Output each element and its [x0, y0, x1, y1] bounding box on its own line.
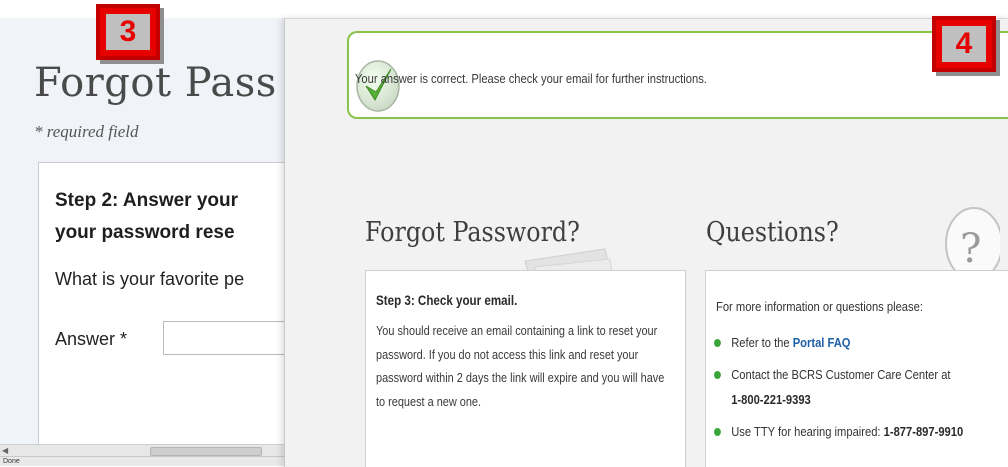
forgot-password-step2-window: Forgot Pass * required field Step 2: Ans…	[0, 0, 290, 466]
list-item-tty: Use TTY for hearing impaired: 1-877-897-…	[714, 424, 998, 439]
tty-prefix: Use TTY for hearing impaired:	[731, 424, 884, 439]
list-item-portal-faq: Refer to the Portal FAQ	[714, 335, 998, 350]
help-list: Refer to the Portal FAQ Contact the BCRS…	[714, 335, 1008, 439]
step3-line: password within 2 days the link will exp…	[376, 370, 665, 385]
step3-instructions: You should receive an email containing a…	[376, 319, 678, 413]
security-question: What is your favorite pe	[55, 269, 245, 289]
questions-intro: For more information or questions please…	[716, 299, 923, 314]
bullet-icon	[714, 428, 721, 436]
step3-line: password. If you do not access this link…	[376, 346, 639, 362]
browser-status-bar: Done	[0, 456, 290, 466]
tty-phone: 1-877-897-9910	[883, 424, 964, 439]
bullet-icon	[714, 371, 721, 379]
list-item-contact: Contact the BCRS Customer Care Center at	[714, 367, 998, 382]
page-title: Forgot Pass	[34, 60, 277, 106]
portal-faq-link[interactable]: Portal FAQ	[793, 335, 851, 350]
scrollbar-thumb[interactable]	[150, 447, 262, 456]
step-heading-line2: your password rese	[55, 222, 235, 243]
badge-number: 3	[119, 15, 137, 48]
svg-text:?: ?	[960, 226, 981, 272]
refer-prefix: Refer to the	[731, 335, 793, 350]
bullet-icon	[714, 339, 721, 347]
contact-phone: 1-800-221-9393	[731, 392, 811, 407]
scroll-left-arrow-icon[interactable]: ◀	[2, 446, 8, 456]
success-message: Your answer is correct. Please check you…	[355, 71, 707, 86]
questions-heading: Questions?	[706, 217, 839, 248]
step3-title: Step 3: Check your email.	[376, 293, 518, 308]
step3-check-email-card: Step 3: Check your email. You should rec…	[365, 270, 686, 467]
answer-input[interactable]	[163, 321, 290, 355]
security-question-panel: Step 2: Answer your your password rese W…	[38, 162, 290, 464]
step-heading-line1: Step 2: Answer your	[55, 190, 239, 211]
step3-line: You should receive an email containing a…	[376, 323, 658, 338]
step-heading: Step 2: Answer your your password rese	[55, 185, 238, 249]
required-field-note: * required field	[34, 122, 139, 141]
contact-text: Contact the BCRS Customer Care Center at	[731, 367, 951, 382]
step-number-badge-4: 4	[932, 16, 996, 72]
contact-phone-row: 1-800-221-9393	[714, 392, 998, 407]
step3-line: to request a new one.	[376, 393, 482, 409]
questions-card: For more information or questions please…	[705, 270, 1008, 467]
step-number-badge-3: 3	[96, 4, 160, 60]
forgot-password-step3-window: Your answer is correct. Please check you…	[284, 18, 1008, 467]
answer-label: Answer *	[55, 329, 128, 349]
question-mark-icon: ?	[945, 207, 1000, 280]
badge-number: 4	[955, 27, 973, 60]
green-checkmark-icon	[356, 60, 400, 112]
